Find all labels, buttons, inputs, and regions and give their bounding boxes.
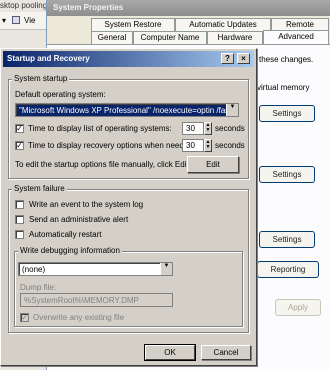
time-recovery-label: Time to display recovery options when ne… bbox=[28, 141, 195, 150]
dialog-title: Startup and Recovery bbox=[7, 54, 90, 63]
time-list-spinner[interactable]: ▲ ▼ bbox=[204, 122, 212, 135]
system-properties-titlebar: System Properties bbox=[47, 0, 330, 16]
ok-button[interactable]: OK bbox=[144, 344, 196, 361]
overwrite-checkbox[interactable]: ✓ bbox=[20, 313, 29, 322]
send-alert-label: Send an administrative alert bbox=[29, 215, 129, 224]
time-list-input[interactable]: 30 bbox=[182, 122, 204, 135]
system-failure-label: System failure bbox=[12, 184, 67, 193]
startup-settings-button[interactable]: Settings bbox=[259, 231, 315, 248]
seconds-label-1: seconds bbox=[215, 124, 245, 133]
dropdown-arrow-icon[interactable]: ▾ bbox=[2, 16, 6, 25]
changes-text: these changes. bbox=[259, 55, 314, 64]
edit-button[interactable]: Edit bbox=[187, 156, 239, 173]
time-recovery-checkbox[interactable]: ✓ bbox=[15, 141, 24, 150]
time-list-checkbox[interactable]: ✓ bbox=[15, 124, 24, 133]
apply-button[interactable]: Apply bbox=[275, 299, 321, 316]
default-os-value: "Microsoft Windows XP Professional" /noe… bbox=[19, 106, 239, 115]
tab-computer-name[interactable]: Computer Name bbox=[133, 31, 207, 44]
seconds-label-2: seconds bbox=[215, 141, 245, 150]
time-recovery-spinner[interactable]: ▲ ▼ bbox=[204, 139, 212, 152]
debug-type-select[interactable]: (none) ▼ bbox=[18, 262, 173, 276]
debug-type-value: (none) bbox=[22, 265, 46, 274]
startup-recovery-dialog: Startup and Recovery ? × System startup … bbox=[0, 48, 257, 366]
system-startup-label: System startup bbox=[12, 74, 70, 83]
chevron-down-icon[interactable]: ▼ bbox=[160, 263, 172, 275]
debug-info-label: Write debugging information bbox=[18, 246, 122, 255]
write-event-checkbox[interactable] bbox=[15, 200, 24, 209]
auto-restart-label: Automatically restart bbox=[29, 230, 102, 239]
auto-restart-checkbox[interactable] bbox=[15, 230, 24, 239]
dialog-titlebar: Startup and Recovery ? × bbox=[3, 51, 254, 67]
dump-file-input[interactable]: %SystemRoot%\MEMORY.DMP bbox=[20, 293, 173, 307]
default-os-select[interactable]: "Microsoft Windows XP Professional" /noe… bbox=[15, 103, 239, 117]
chevron-down-icon[interactable]: ▼ bbox=[226, 104, 238, 116]
edit-hint-text: To edit the startup options file manuall… bbox=[15, 160, 191, 169]
tab-automatic-updates[interactable]: Automatic Updates bbox=[175, 18, 271, 31]
user-profiles-settings-button[interactable]: Settings bbox=[259, 166, 315, 183]
time-list-label: Time to display list of operating system… bbox=[28, 124, 172, 133]
default-os-label: Default operating system: bbox=[15, 90, 106, 99]
views-button[interactable]: Vie bbox=[24, 16, 35, 25]
tab-hardware[interactable]: Hardware bbox=[207, 31, 263, 44]
error-reporting-button[interactable]: Reporting bbox=[257, 261, 319, 278]
time-recovery-input[interactable]: 30 bbox=[182, 139, 204, 152]
tab-system-restore[interactable]: System Restore bbox=[91, 18, 175, 31]
overwrite-label: Overwrite any existing file bbox=[33, 313, 125, 322]
virtual-memory-text: virtual memory bbox=[257, 83, 310, 92]
send-alert-checkbox[interactable] bbox=[15, 215, 24, 224]
tab-general[interactable]: General bbox=[91, 31, 133, 44]
dump-file-label: Dump file: bbox=[20, 283, 57, 292]
tab-advanced[interactable]: Advanced bbox=[263, 30, 329, 44]
close-icon[interactable]: × bbox=[237, 53, 250, 64]
write-event-label: Write an event to the system log bbox=[29, 200, 144, 209]
window-title: System Properties bbox=[53, 3, 124, 12]
performance-settings-button[interactable]: Settings bbox=[259, 105, 315, 122]
views-icon[interactable] bbox=[12, 16, 20, 24]
help-icon[interactable]: ? bbox=[221, 53, 234, 64]
cancel-button[interactable]: Cancel bbox=[201, 345, 251, 360]
